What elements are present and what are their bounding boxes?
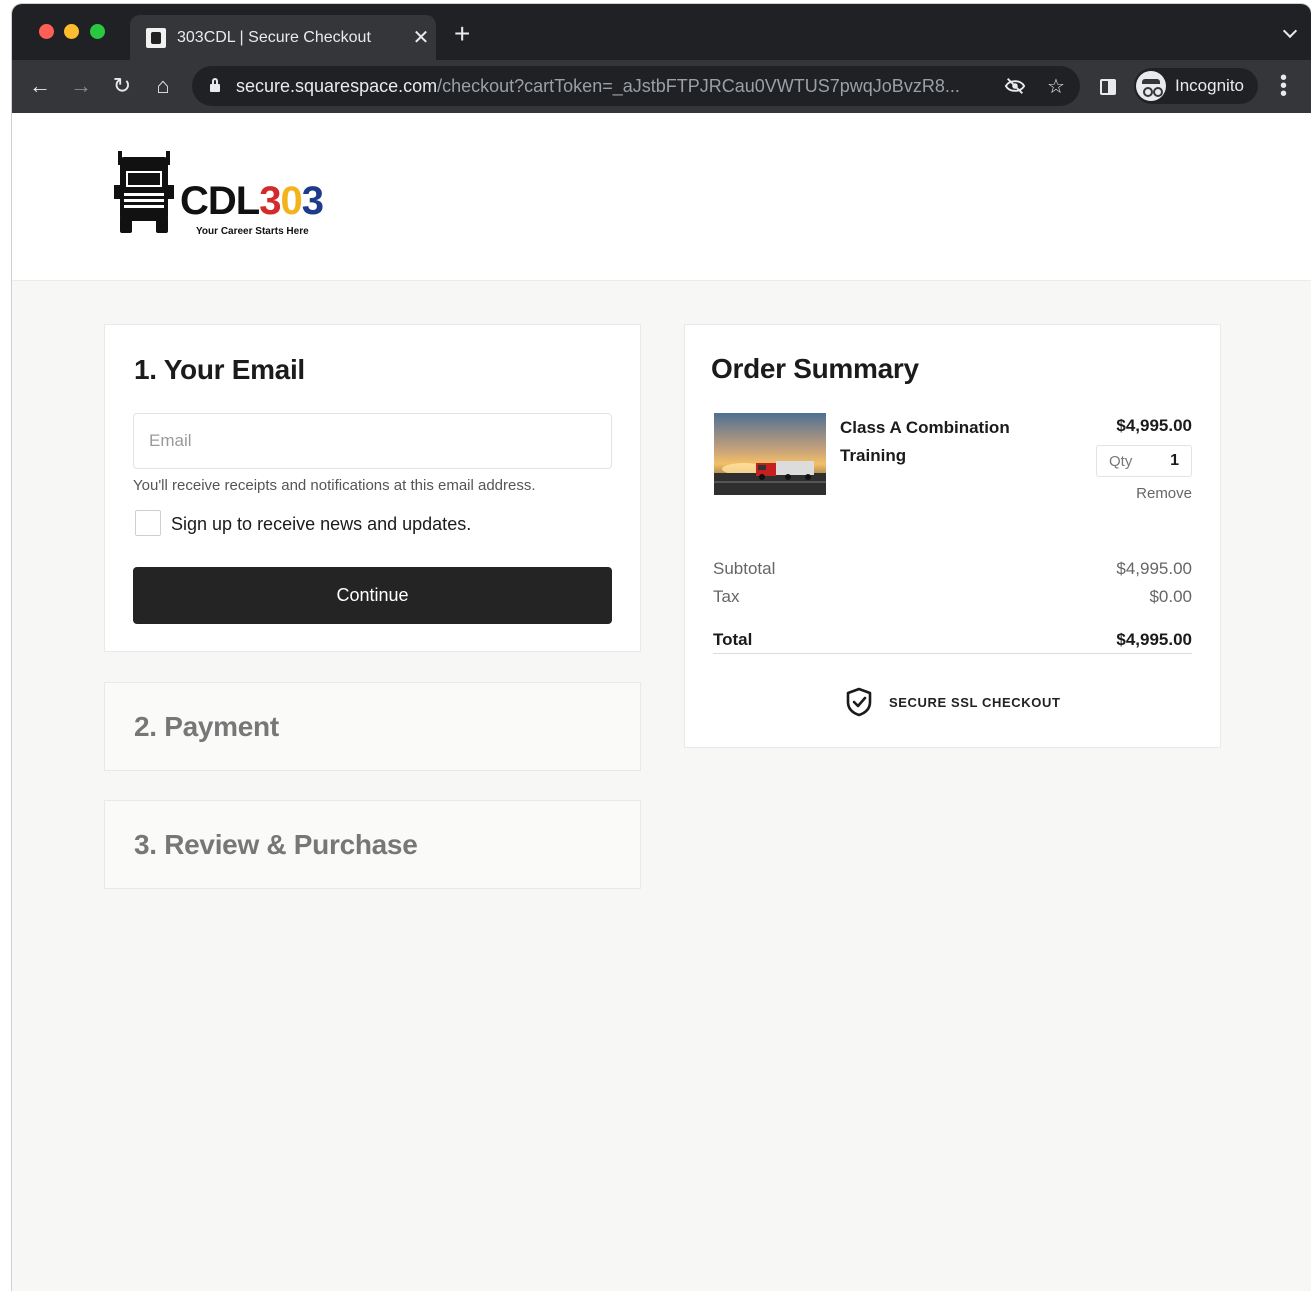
minimize-window-button[interactable]: [64, 24, 79, 39]
side-panel-icon[interactable]: [1100, 79, 1116, 95]
tax-label: Tax: [713, 587, 740, 606]
favicon-icon: [146, 27, 166, 48]
profile-label: Incognito: [1175, 76, 1244, 95]
reload-icon[interactable]: ↻: [106, 70, 138, 102]
product-name[interactable]: Class A Combination Training: [840, 414, 1040, 470]
site-logo[interactable]: CDL303 Your Career Starts Here: [112, 151, 352, 241]
product-price: $4,995.00: [1116, 416, 1192, 435]
incognito-profile-button[interactable]: Incognito: [1134, 68, 1258, 104]
address-bar[interactable]: secure.squarespace.com/checkout?cartToke…: [192, 66, 1080, 106]
truck-icon: [114, 151, 174, 233]
quantity-label: Qty: [1109, 452, 1133, 470]
tab-search-chevron-icon[interactable]: [1282, 23, 1298, 39]
subtotal-label: Subtotal: [713, 559, 776, 578]
shield-check-icon: [846, 687, 872, 717]
tab-title: 303CDL | Secure Checkout: [177, 28, 371, 46]
email-step-title: 1. Your Email: [134, 354, 305, 385]
checkout-page: CDL303 Your Career Starts Here 1. Your E…: [12, 113, 1311, 1291]
incognito-icon: [1136, 71, 1166, 101]
menu-icon[interactable]: • • •: [1280, 68, 1287, 104]
forward-icon[interactable]: →: [65, 70, 97, 102]
tab-strip: 303CDL | Secure Checkout ✕ +: [12, 4, 1311, 60]
review-step-title: 3. Review & Purchase: [134, 829, 418, 860]
eye-off-icon[interactable]: [1003, 74, 1027, 98]
total-row: Total $4,995.00: [713, 630, 1192, 654]
review-step-card[interactable]: 3. Review & Purchase: [104, 800, 641, 889]
tab-checkout[interactable]: 303CDL | Secure Checkout ✕: [130, 15, 436, 60]
logo-wordmark: CDL303: [180, 179, 324, 223]
total-label: Total: [713, 630, 753, 649]
back-icon[interactable]: ←: [24, 70, 56, 102]
logo-tagline: Your Career Starts Here: [196, 226, 309, 237]
new-tab-button[interactable]: +: [454, 20, 470, 48]
email-input[interactable]: [133, 413, 612, 469]
tax-row: Tax $0.00: [713, 587, 1192, 607]
star-icon[interactable]: ☆: [1044, 74, 1068, 98]
secure-checkout-label: SECURE SSL CHECKOUT: [889, 694, 1061, 710]
subtotal-row: Subtotal $4,995.00: [713, 559, 1192, 579]
order-summary-card: Order Summary Class A Combination Traini…: [684, 324, 1221, 748]
tax-value: $0.00: [1149, 587, 1192, 606]
payment-step-card[interactable]: 2. Payment: [104, 682, 641, 771]
quantity-value[interactable]: 1: [1170, 452, 1179, 470]
lock-icon[interactable]: [210, 78, 220, 92]
home-icon[interactable]: ⌂: [147, 70, 179, 102]
browser-window: 303CDL | Secure Checkout ✕ + ← → ↻ ⌂ sec…: [12, 4, 1311, 1291]
newsletter-checkbox[interactable]: [135, 510, 161, 536]
payment-step-title: 2. Payment: [134, 711, 279, 742]
site-header: CDL303 Your Career Starts Here: [12, 113, 1311, 281]
order-summary-title: Order Summary: [711, 353, 919, 384]
tab-close-icon[interactable]: ✕: [406, 25, 436, 50]
continue-button[interactable]: Continue: [133, 567, 612, 624]
email-helper-text: You'll receive receipts and notification…: [133, 477, 536, 494]
browser-toolbar: ← → ↻ ⌂ secure.squarespace.com/checkout?…: [12, 60, 1311, 113]
product-thumbnail[interactable]: [714, 413, 826, 495]
newsletter-label[interactable]: Sign up to receive news and updates.: [171, 514, 471, 535]
close-window-button[interactable]: [39, 24, 54, 39]
secure-checkout-badge: SECURE SSL CHECKOUT: [845, 687, 1061, 717]
email-step-card: 1. Your Email You'll receive receipts an…: [104, 324, 641, 652]
total-value: $4,995.00: [1116, 630, 1192, 649]
url-text[interactable]: secure.squarespace.com/checkout?cartToke…: [236, 76, 996, 97]
quantity-field[interactable]: Qty 1: [1096, 445, 1192, 477]
subtotal-value: $4,995.00: [1116, 559, 1192, 578]
remove-item-link[interactable]: Remove: [1136, 485, 1192, 502]
maximize-window-button[interactable]: [90, 24, 105, 39]
